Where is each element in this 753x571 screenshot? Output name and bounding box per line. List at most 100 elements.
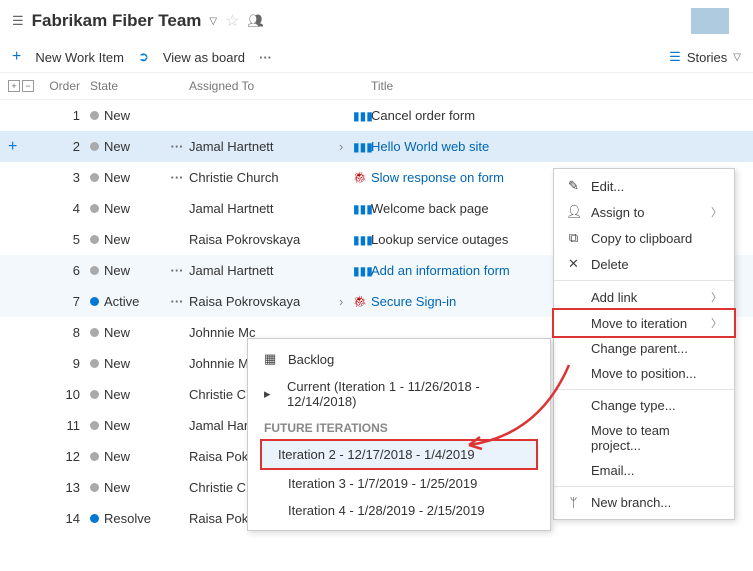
menu-copy[interactable]: ⧉Copy to clipboard <box>554 225 734 251</box>
state-cell: New <box>90 170 165 185</box>
submenu-backlog[interactable]: ▦Backlog <box>248 345 550 373</box>
toolbar: + New Work Item ➲ View as board ··· ☰ St… <box>0 42 753 73</box>
state-dot-icon <box>90 204 99 213</box>
arrow-circle-icon[interactable]: ➲ <box>138 49 149 65</box>
chevron-down-icon[interactable]: ▽ <box>209 16 217 27</box>
backlog-icon: ☰ <box>12 13 24 29</box>
table-row[interactable]: 1 New▮▮▮Cancel order form <box>0 100 753 131</box>
plus-icon[interactable]: + <box>12 48 21 66</box>
state-dot-icon <box>90 266 99 275</box>
add-child-icon[interactable]: + <box>8 138 44 156</box>
order-cell: 8 <box>44 325 90 340</box>
title-cell[interactable]: Cancel order form <box>371 108 745 123</box>
state-cell: New <box>90 356 165 371</box>
menu-delete[interactable]: ✕Delete <box>554 251 734 277</box>
star-icon[interactable]: ☆ <box>225 11 239 31</box>
new-work-item-button[interactable]: New Work Item <box>35 50 124 65</box>
title-cell[interactable]: Hello World web site <box>371 139 745 154</box>
pbi-icon: ▮▮▮ <box>353 202 371 216</box>
caret-right-icon[interactable]: › <box>339 139 353 154</box>
row-actions-icon[interactable]: ··· <box>165 263 189 278</box>
state-dot-icon <box>90 297 99 306</box>
menu-new-branch[interactable]: ᛘNew branch... <box>554 490 734 515</box>
table-row[interactable]: +2 New···Jamal Hartnett›▮▮▮Hello World w… <box>0 131 753 162</box>
state-cell: New <box>90 418 165 433</box>
state-dot-icon <box>90 173 99 182</box>
pencil-icon: ✎ <box>566 178 581 194</box>
state-cell: Active <box>90 294 165 309</box>
chevron-right-icon: 〉 <box>711 204 722 220</box>
col-order[interactable]: Order <box>44 79 90 93</box>
table-header: + − Order State Assigned To Title <box>0 73 753 100</box>
state-cell: New <box>90 480 165 495</box>
menu-assign[interactable]: 👤︎Assign to〉 <box>554 199 734 225</box>
menu-change-type[interactable]: Change type... <box>554 393 734 418</box>
expand-icon[interactable]: + <box>8 80 20 92</box>
state-dot-icon <box>90 328 99 337</box>
iteration-submenu: ▦Backlog ▸Current (Iteration 1 - 11/26/2… <box>247 338 551 531</box>
team-members-icon[interactable]: 👥︎ <box>247 13 264 29</box>
row-actions-icon[interactable]: ··· <box>165 139 189 154</box>
assigned-cell: Christie Church <box>189 170 339 185</box>
submenu-current[interactable]: ▸Current (Iteration 1 - 11/26/2018 - 12/… <box>248 373 550 415</box>
col-state[interactable]: State <box>90 79 165 93</box>
menu-edit[interactable]: ✎Edit... <box>554 173 734 199</box>
order-cell: 6 <box>44 263 90 278</box>
menu-move-team[interactable]: Move to team project... <box>554 418 734 458</box>
collapse-icon[interactable]: − <box>22 80 34 92</box>
state-dot-icon <box>90 483 99 492</box>
order-cell: 2 <box>44 139 90 154</box>
chevron-down-icon[interactable]: ▽ <box>733 52 741 63</box>
team-title[interactable]: Fabrikam Fiber Team <box>32 11 202 31</box>
chevron-right-icon: 〉 <box>711 315 722 331</box>
state-dot-icon <box>90 421 99 430</box>
order-cell: 10 <box>44 387 90 402</box>
menu-change-parent[interactable]: Change parent... <box>554 336 734 361</box>
order-cell: 4 <box>44 201 90 216</box>
menu-email[interactable]: Email... <box>554 458 734 483</box>
col-assigned[interactable]: Assigned To <box>189 79 339 93</box>
order-cell: 1 <box>44 108 90 123</box>
state-cell: New <box>90 263 165 278</box>
order-cell: 9 <box>44 356 90 371</box>
delete-icon: ✕ <box>566 256 581 272</box>
pbi-icon: ▮▮▮ <box>353 264 371 278</box>
menu-add-link[interactable]: Add link〉 <box>554 284 734 310</box>
state-cell: New <box>90 139 165 154</box>
caret-right-icon: ▸ <box>264 386 277 402</box>
more-icon[interactable]: ··· <box>259 50 272 65</box>
menu-move-position[interactable]: Move to position... <box>554 361 734 386</box>
assigned-cell: Raisa Pokrovskaya <box>189 232 339 247</box>
copy-icon: ⧉ <box>566 230 581 246</box>
menu-move-iteration[interactable]: Move to iteration〉 <box>554 310 734 336</box>
state-dot-icon <box>90 142 99 151</box>
view-as-board-button[interactable]: View as board <box>163 50 245 65</box>
stories-dropdown[interactable]: Stories <box>687 50 727 65</box>
assigned-cell: Jamal Hartnett <box>189 263 339 278</box>
backlog-icon: ▦ <box>264 351 278 367</box>
order-cell: 14 <box>44 511 90 526</box>
state-dot-icon <box>90 359 99 368</box>
assigned-cell: Raisa Pokrovskaya <box>189 294 339 309</box>
submenu-iteration-4[interactable]: Iteration 4 - 1/28/2019 - 2/15/2019 <box>248 497 550 524</box>
list-icon: ☰ <box>669 49 681 65</box>
state-cell: New <box>90 232 165 247</box>
pbi-icon: ▮▮▮ <box>353 233 371 247</box>
order-cell: 3 <box>44 170 90 185</box>
branch-icon: ᛘ <box>566 495 581 510</box>
state-dot-icon <box>90 514 99 523</box>
caret-right-icon[interactable]: › <box>339 294 353 309</box>
submenu-section-label: FUTURE ITERATIONS <box>248 415 550 439</box>
col-title[interactable]: Title <box>371 79 745 93</box>
row-actions-icon[interactable]: ··· <box>165 170 189 185</box>
order-cell: 13 <box>44 480 90 495</box>
order-cell: 5 <box>44 232 90 247</box>
pbi-icon: ▮▮▮ <box>353 140 371 154</box>
pbi-icon: ▮▮▮ <box>353 109 371 123</box>
row-actions-icon[interactable]: ··· <box>165 294 189 309</box>
order-cell: 11 <box>44 418 90 433</box>
submenu-iteration-3[interactable]: Iteration 3 - 1/7/2019 - 1/25/2019 <box>248 470 550 497</box>
state-cell: New <box>90 387 165 402</box>
header: ☰ Fabrikam Fiber Team ▽ ☆ 👥︎ <box>0 0 753 42</box>
submenu-iteration-2[interactable]: Iteration 2 - 12/17/2018 - 1/4/2019 <box>262 441 536 468</box>
